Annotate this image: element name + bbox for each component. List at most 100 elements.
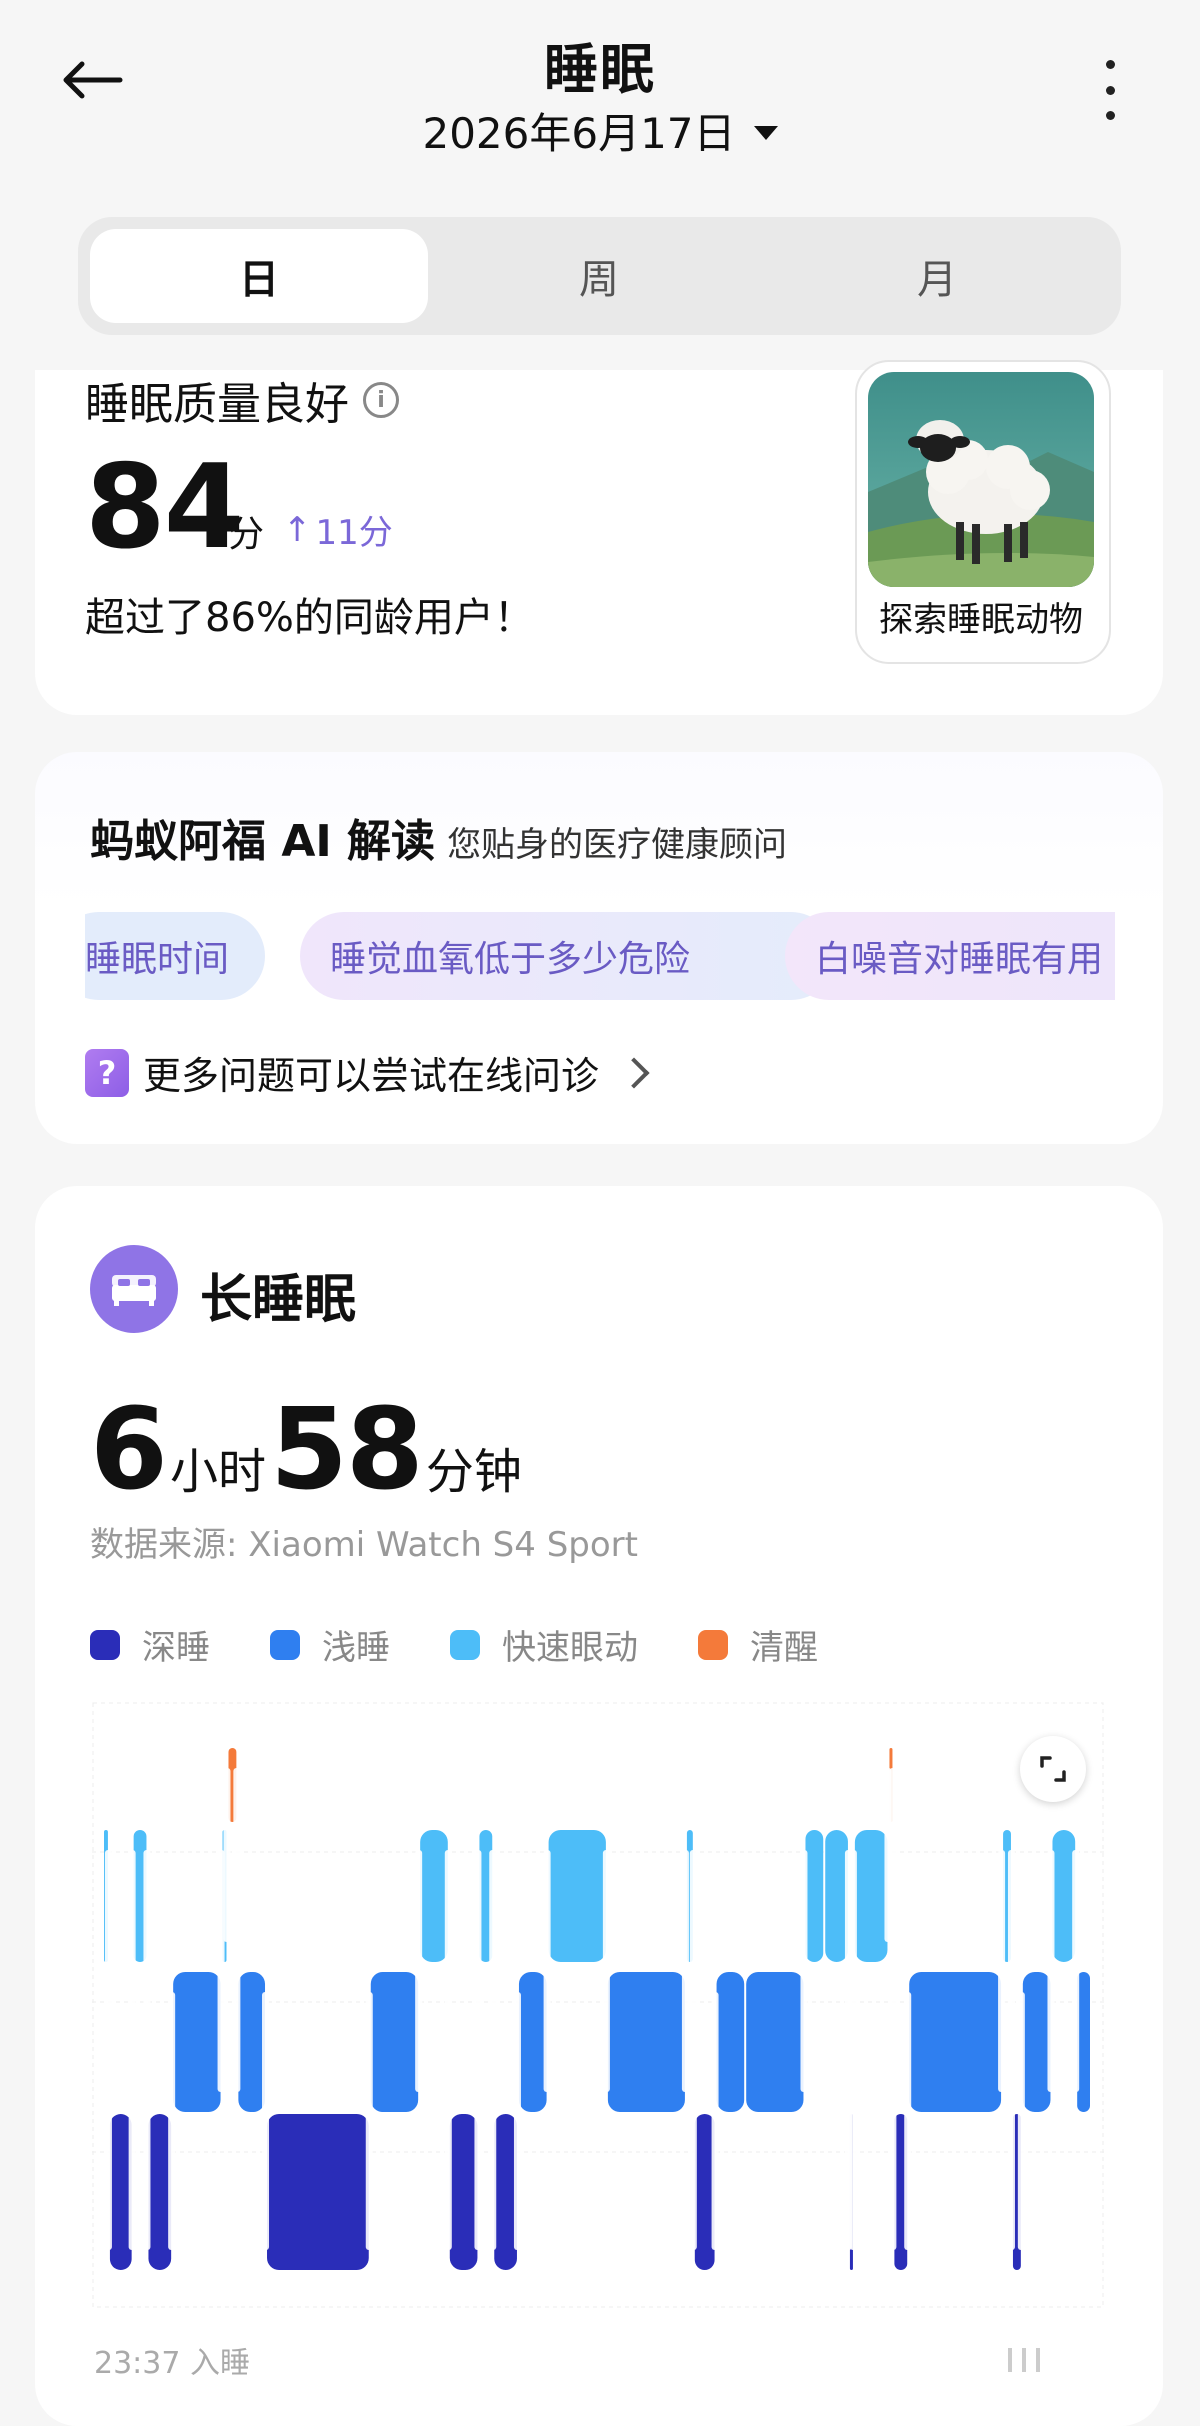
chart-legend: 深睡 浅睡 快速眼动 清醒 — [90, 1620, 818, 1669]
stage-transition — [233, 1768, 241, 2092]
sleep-stage-bar — [109, 2114, 132, 2270]
stage-transition — [1017, 1992, 1025, 2250]
chip-label: 睡觉血氧低于多少危险 — [330, 939, 691, 980]
sleep-stage-bar — [420, 1830, 448, 1962]
sleep-stage-bar — [805, 1830, 824, 1962]
duration-minutes: 58 — [269, 1385, 424, 1515]
stage-transition — [1007, 1850, 1015, 2250]
stage-transition — [904, 1992, 912, 2250]
sleep-stage-bar — [1022, 1972, 1051, 2112]
sleep-stage-bar — [370, 1972, 419, 2112]
quality-title: 睡眠质量良好 i — [85, 368, 399, 432]
explore-animal-label[interactable]: 探索睡眠动物 — [855, 592, 1107, 641]
legend-rem: 快速眼动 — [450, 1620, 638, 1669]
stage-transition — [513, 1992, 521, 2250]
stage-transition — [1072, 1850, 1080, 2092]
sleep-duration: 6 小时 58 分钟 — [90, 1385, 526, 1515]
stage-transition — [223, 1768, 231, 1942]
info-icon[interactable]: i — [363, 382, 399, 418]
more-questions-link[interactable]: ? 更多问题可以尝试在线问诊 — [85, 1045, 650, 1100]
expand-chart-button[interactable] — [1020, 1736, 1086, 1802]
legend-label: 清醒 — [750, 1628, 818, 1668]
chip-white-noise[interactable]: 白噪音对睡眠有用 — [785, 912, 1115, 1000]
chip-label: 白噪音对睡眠有用 — [815, 939, 1104, 980]
stage-transition — [800, 1850, 808, 2092]
score-delta: ↑ 11分 — [283, 505, 393, 554]
more-dot-icon — [1105, 60, 1115, 69]
stage-transition — [262, 1992, 270, 2250]
legend-label: 浅睡 — [322, 1628, 390, 1668]
more-menu-button[interactable] — [1090, 60, 1130, 120]
question-icon: ? — [85, 1048, 129, 1097]
sleep-stage-bar — [238, 1972, 266, 2112]
chevron-right-icon — [618, 1056, 650, 1089]
legend-awake: 清醒 — [698, 1620, 818, 1669]
legend-label: 快速眼动 — [502, 1628, 638, 1668]
sleep-stage-bar — [854, 1830, 888, 1962]
stage-transition — [128, 1850, 136, 2250]
ai-subtitle: 您贴身的医疗健康顾问 — [447, 825, 788, 865]
ai-title: 蚂蚁阿福 AI 解读 您贴身的医疗健康顾问 — [90, 805, 787, 869]
stage-transition — [602, 1850, 610, 2092]
sleep-stage-bar — [909, 1972, 1002, 2112]
stage-transition — [474, 1850, 482, 2250]
stage-transition — [489, 1850, 497, 2250]
sleep-stage-chart[interactable] — [92, 1702, 1104, 2308]
end-tick — [1022, 2348, 1026, 2372]
caret-down-icon — [753, 125, 778, 140]
hours-unit: 小时 — [169, 1444, 266, 1500]
stage-transition — [543, 1850, 551, 2092]
data-source: 数据来源: Xiaomi Watch S4 Sport — [90, 1525, 638, 1565]
sleep-stage-bar — [607, 1972, 685, 2112]
legend-swatch — [270, 1629, 300, 1660]
score-delta-value: 11分 — [315, 513, 393, 553]
ai-title-text: 蚂蚁阿福 AI 解读 — [90, 816, 436, 867]
stage-transition — [168, 1992, 176, 2250]
stage-transition — [889, 1768, 897, 2250]
stage-transition — [711, 1992, 719, 2250]
more-dot-icon — [1105, 85, 1115, 95]
tab-week[interactable]: 周 — [430, 229, 768, 323]
chip-sleep-time[interactable]: 睡眠时间 — [85, 912, 265, 1000]
sleep-stage-bar — [1052, 1830, 1076, 1962]
chart-end-marker — [1008, 2348, 1040, 2372]
sleep-stage-bar — [173, 1972, 221, 2112]
chip-label: 睡眠时间 — [85, 939, 230, 980]
sleep-stage-bar — [267, 2114, 369, 2270]
legend-label: 深睡 — [142, 1628, 210, 1668]
sleep-stage-bar — [716, 1972, 745, 2112]
sleep-stage-bar — [825, 1830, 848, 1962]
sleep-stage-bar — [518, 1972, 547, 2112]
sleep-start-time: 23:37 入睡 — [94, 2346, 250, 2381]
suggestion-chips: 睡眠时间 睡觉血氧低于多少危险 白噪音对睡眠有用 — [85, 912, 1115, 1002]
page-title: 睡眠 — [544, 38, 656, 101]
tab-month[interactable]: 月 — [768, 229, 1106, 323]
stage-transition — [849, 1850, 857, 2250]
stage-transition — [689, 1850, 697, 2250]
sleep-stage-bar — [548, 1830, 606, 1962]
stage-transition — [444, 1850, 452, 2250]
tab-day[interactable]: 日 — [90, 229, 428, 323]
sleep-stage-bar — [494, 2114, 517, 2270]
chip-blood-oxygen[interactable]: 睡觉血氧低于多少危险 — [300, 912, 835, 1000]
stage-transition — [998, 1850, 1006, 2092]
legend-swatch — [90, 1629, 120, 1660]
legend-swatch — [450, 1629, 480, 1660]
date-label: 2026年6月17日 — [422, 109, 736, 158]
sleep-stage-bar — [746, 1972, 804, 2112]
sheep-image — [868, 372, 1094, 587]
score-unit: 分 — [228, 514, 265, 555]
legend-light: 浅睡 — [270, 1620, 390, 1669]
arrow-up-icon: ↑ — [283, 509, 312, 550]
end-tick — [1008, 2348, 1012, 2372]
more-dot-icon — [1105, 111, 1115, 120]
minutes-unit: 分钟 — [425, 1444, 522, 1500]
quality-title-text: 睡眠质量良好 — [85, 379, 349, 430]
stage-transition — [104, 1850, 112, 2250]
bed-icon — [90, 1245, 178, 1333]
peer-comparison-text: 超过了86%的同龄用户！ — [85, 595, 534, 641]
stage-transition — [1047, 1850, 1055, 2092]
date-selector[interactable]: 2026年6月17日 — [0, 100, 1200, 161]
legend-deep: 深睡 — [90, 1620, 210, 1669]
sleep-stage-bar — [148, 2114, 172, 2270]
